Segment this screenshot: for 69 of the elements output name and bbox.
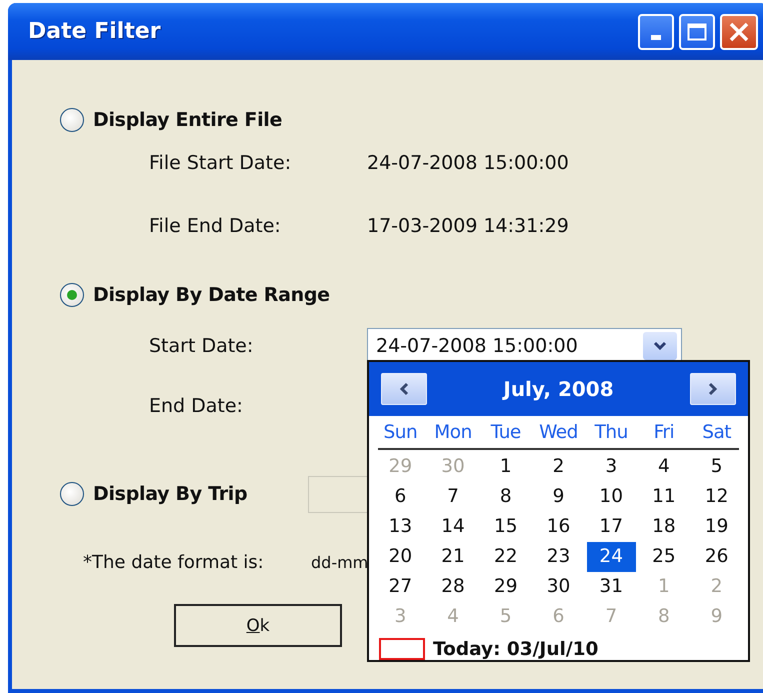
calendar-day[interactable]: 14 <box>428 512 478 542</box>
today-marker <box>379 638 425 660</box>
close-button[interactable] <box>720 14 758 50</box>
weekday-label: Mon <box>433 421 473 445</box>
calendar-day[interactable]: 9 <box>534 482 583 512</box>
chevron-left-icon <box>399 382 409 396</box>
option-label: Display By Date Range <box>93 284 330 306</box>
calendar-day[interactable]: 24 <box>586 542 636 572</box>
calendar-day[interactable]: 17 <box>586 512 636 542</box>
field-value: 17-03-2009 14:31:29 <box>367 215 569 237</box>
calendar-day[interactable]: 20 <box>376 542 425 572</box>
option-label: Display By Trip <box>93 483 248 505</box>
calendar-day[interactable]: 1 <box>481 452 530 482</box>
option-label: Display Entire File <box>93 109 282 131</box>
calendar-day[interactable]: 22 <box>481 542 530 572</box>
next-month-button[interactable] <box>690 373 736 405</box>
calendar-day[interactable]: 25 <box>640 542 688 572</box>
field-label: End Date: <box>149 395 244 417</box>
minimize-button[interactable] <box>638 14 674 50</box>
note-text: *The date format is: <box>83 552 265 572</box>
calendar-day[interactable]: 21 <box>428 542 478 572</box>
calendar-day[interactable]: 29 <box>481 572 530 602</box>
weekday-label: Sun <box>382 421 418 445</box>
calendar-day[interactable]: 19 <box>692 512 741 542</box>
calendar-day[interactable]: 26 <box>692 542 741 572</box>
radio-button[interactable] <box>60 283 84 307</box>
calendar-day[interactable]: 31 <box>586 572 636 602</box>
calendar-day[interactable]: 27 <box>376 572 425 602</box>
weekday-label: Wed <box>538 421 579 445</box>
calendar-day[interactable]: 3 <box>586 452 636 482</box>
field-value: 24-07-2008 15:00:00 <box>367 152 569 174</box>
radio-button[interactable] <box>60 108 84 132</box>
calendar-day[interactable]: 18 <box>640 512 688 542</box>
minimize-icon <box>651 35 661 40</box>
calendar-day[interactable]: 12 <box>692 482 741 512</box>
calendar-day[interactable]: 7 <box>428 482 478 512</box>
calendar-day[interactable]: 10 <box>586 482 636 512</box>
calendar-day[interactable]: 4 <box>640 452 688 482</box>
calendar-day[interactable]: 6 <box>376 482 425 512</box>
calendar-day[interactable]: 16 <box>534 512 583 542</box>
maximize-icon <box>687 22 707 40</box>
ok-button[interactable]: Ok <box>174 604 342 647</box>
weekday-label: Tue <box>490 421 522 445</box>
dropdown-button[interactable] <box>643 332 677 360</box>
maximize-button[interactable] <box>679 14 715 50</box>
field-label: Start Date: <box>149 335 254 357</box>
note-value: dd-mm <box>311 552 368 572</box>
weekday-label: Sat <box>701 421 732 445</box>
window-title: Date Filter <box>28 19 161 44</box>
radio-button[interactable] <box>60 482 84 506</box>
calendar-day[interactable]: 2 <box>534 452 583 482</box>
calendar-day[interactable]: 11 <box>640 482 688 512</box>
close-icon <box>728 20 750 42</box>
weekday-label: Thu <box>594 421 629 445</box>
chevron-right-icon <box>708 382 718 396</box>
previous-month-button[interactable] <box>381 373 427 405</box>
chevron-down-icon <box>653 341 667 351</box>
field-label: File Start Date: <box>149 152 292 174</box>
month-title: July, 2008 <box>503 377 614 401</box>
calendar-day[interactable]: 23 <box>534 542 583 572</box>
calendar-day[interactable]: 13 <box>376 512 425 542</box>
calendar-day[interactable]: 28 <box>428 572 478 602</box>
field-label: File End Date: <box>149 215 282 237</box>
calendar-day[interactable]: 8 <box>481 482 530 512</box>
calendar-day[interactable]: 5 <box>692 452 741 482</box>
weekday-label: Fri <box>652 421 676 445</box>
calendar-day[interactable]: 15 <box>481 512 530 542</box>
calendar-day[interactable]: 30 <box>534 572 583 602</box>
today-link[interactable]: Today: 03/Jul/10 <box>433 638 598 660</box>
